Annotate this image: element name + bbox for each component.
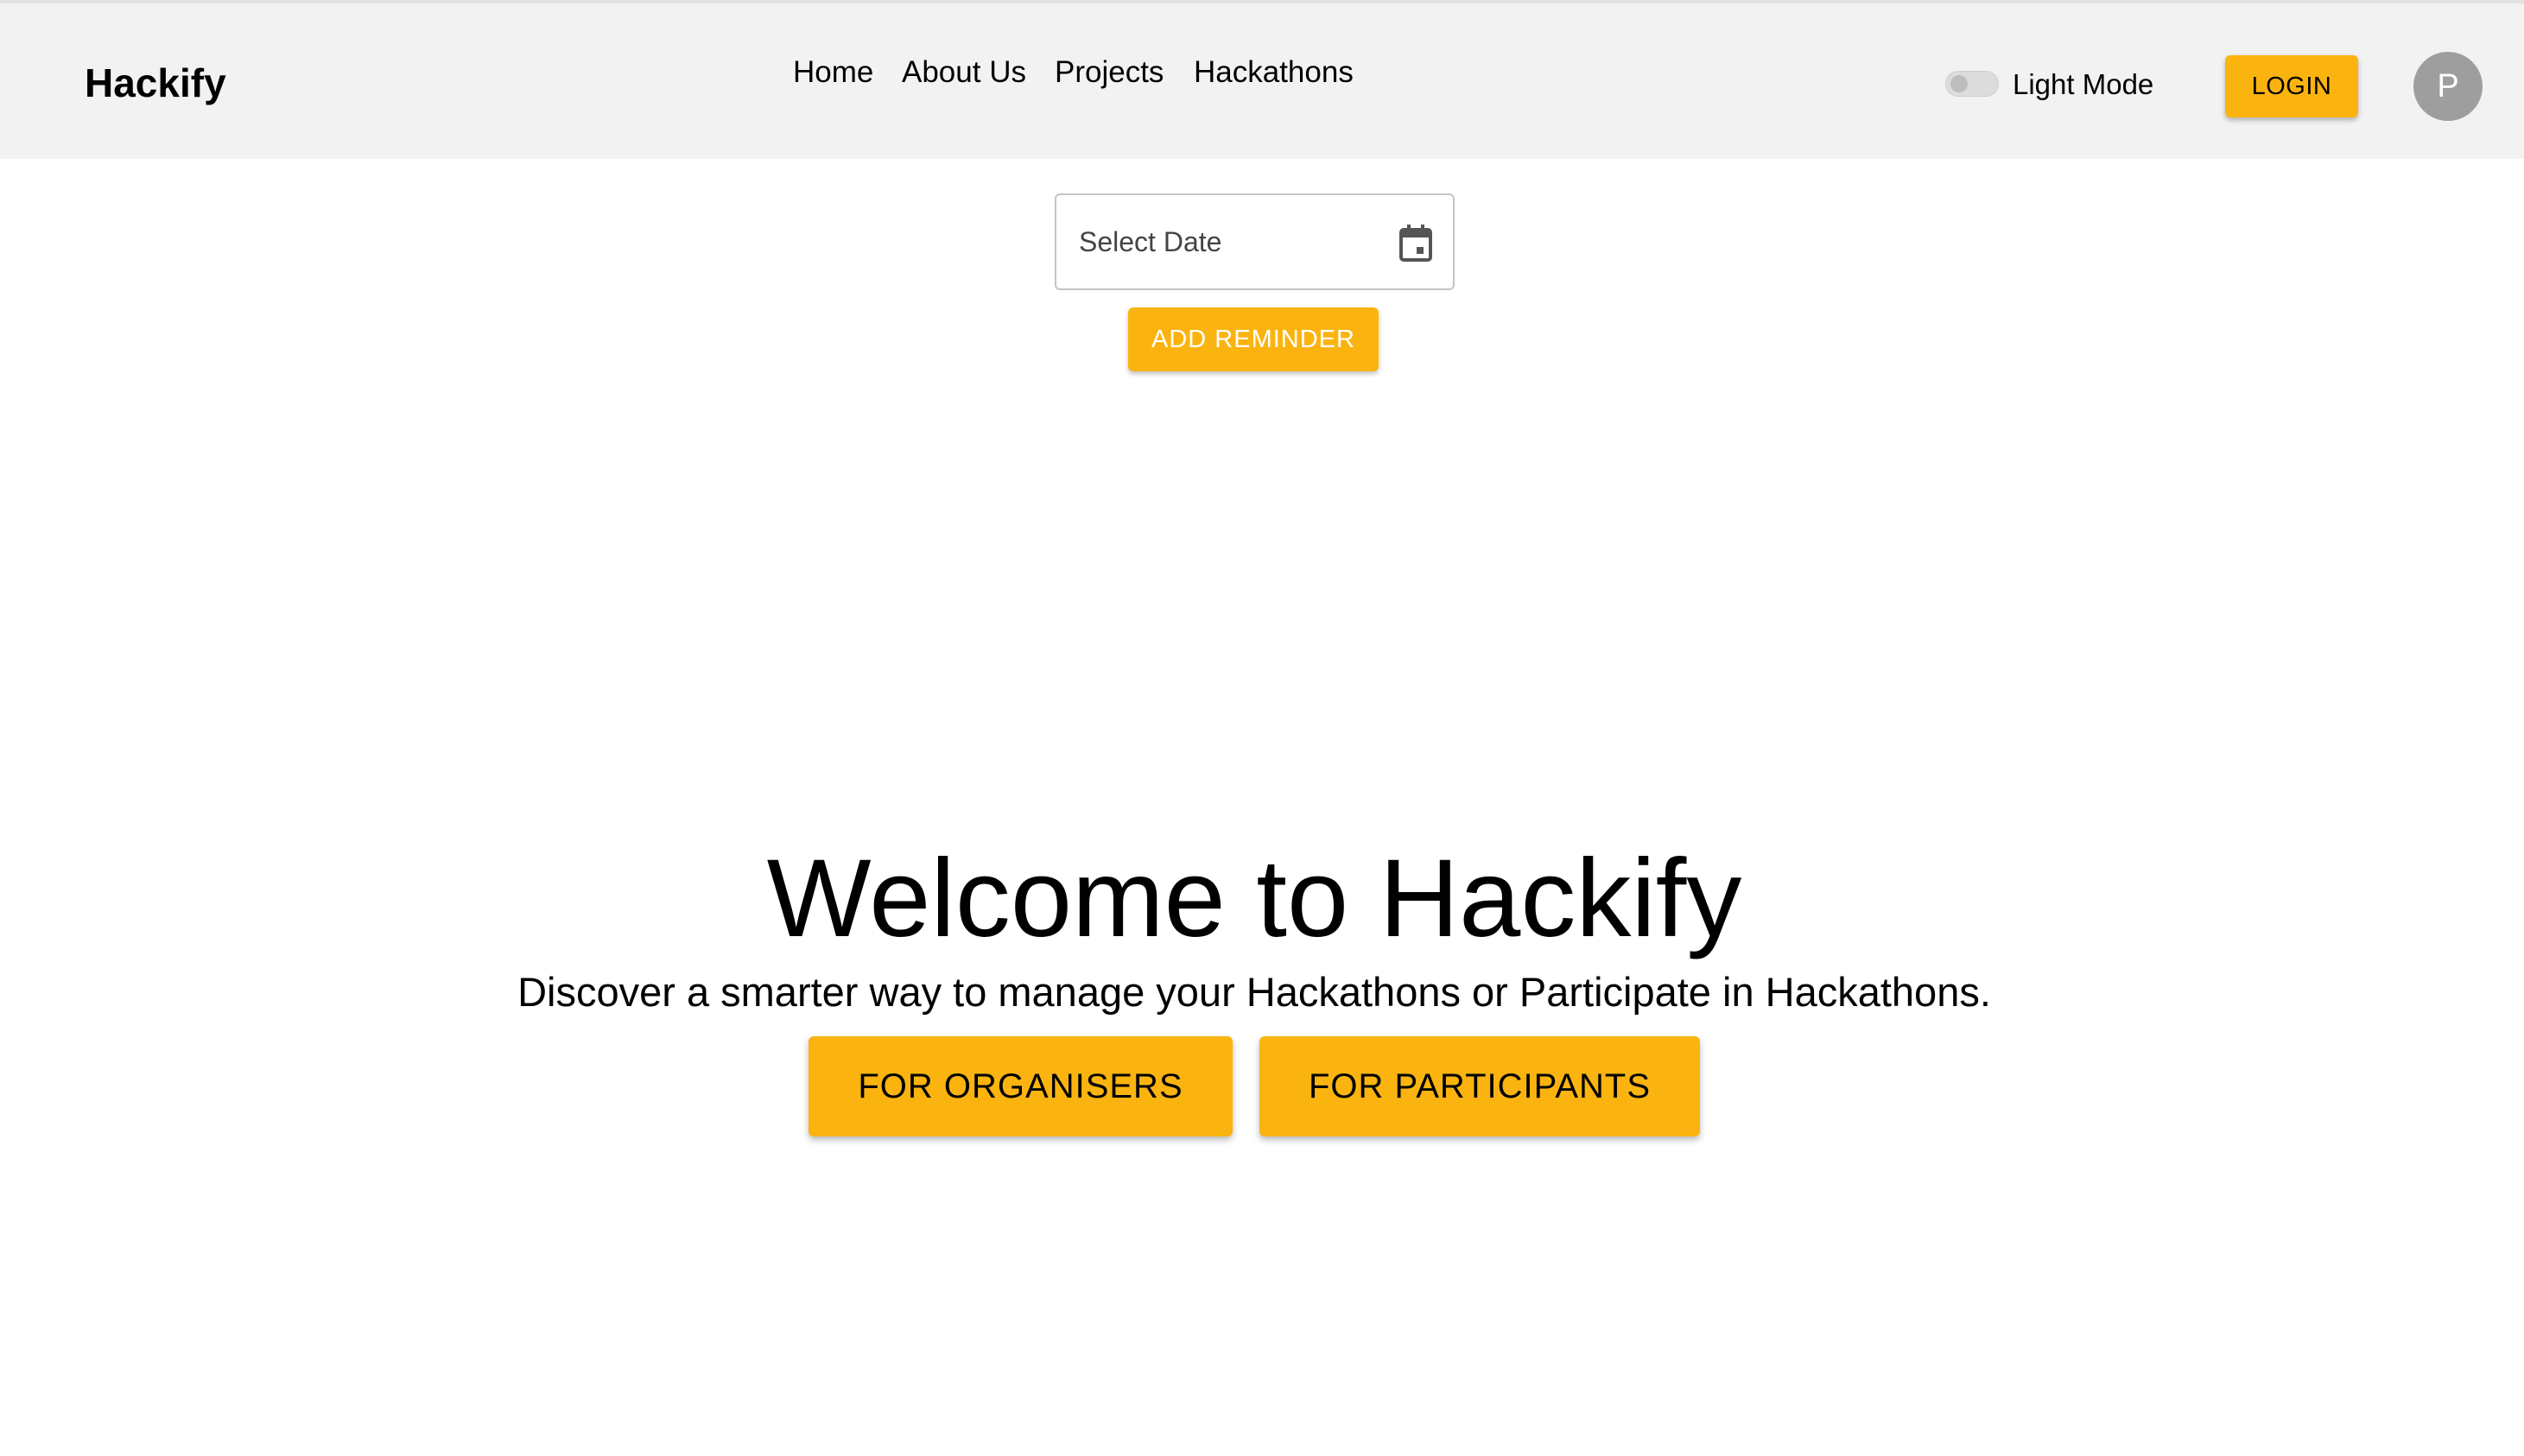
select-date-input[interactable]: Select Date — [1055, 193, 1455, 290]
theme-toggle-switch[interactable] — [1945, 71, 1999, 97]
nav-link-hackathons[interactable]: Hackathons — [1194, 52, 1354, 93]
toggle-knob — [1950, 75, 1968, 92]
date-placeholder: Select Date — [1079, 226, 1222, 257]
page: Hackify Home About Us Projects Hackathon… — [0, 0, 2524, 1456]
top-navbar: Hackify Home About Us Projects Hackathon… — [0, 0, 2524, 159]
add-reminder-button[interactable]: ADD REMINDER — [1128, 307, 1379, 371]
for-organisers-button[interactable]: FOR ORGANISERS — [809, 1036, 1233, 1136]
nav-link-home[interactable]: Home — [793, 52, 873, 93]
avatar[interactable]: P — [2413, 52, 2483, 121]
calendar-icon[interactable] — [1398, 224, 1434, 263]
brand-logo[interactable]: Hackify — [85, 59, 226, 107]
nav-link-about-us[interactable]: About Us — [902, 52, 1026, 93]
hero-title: Welcome to Hackify — [766, 836, 1742, 960]
hero-subtitle: Discover a smarter way to manage your Ha… — [517, 969, 1991, 1015]
theme-toggle-label: Light Mode — [2013, 68, 2154, 100]
login-button[interactable]: LOGIN — [2225, 55, 2358, 117]
nav-link-projects[interactable]: Projects — [1055, 52, 1164, 93]
for-participants-button[interactable]: FOR PARTICIPANTS — [1259, 1036, 1700, 1136]
